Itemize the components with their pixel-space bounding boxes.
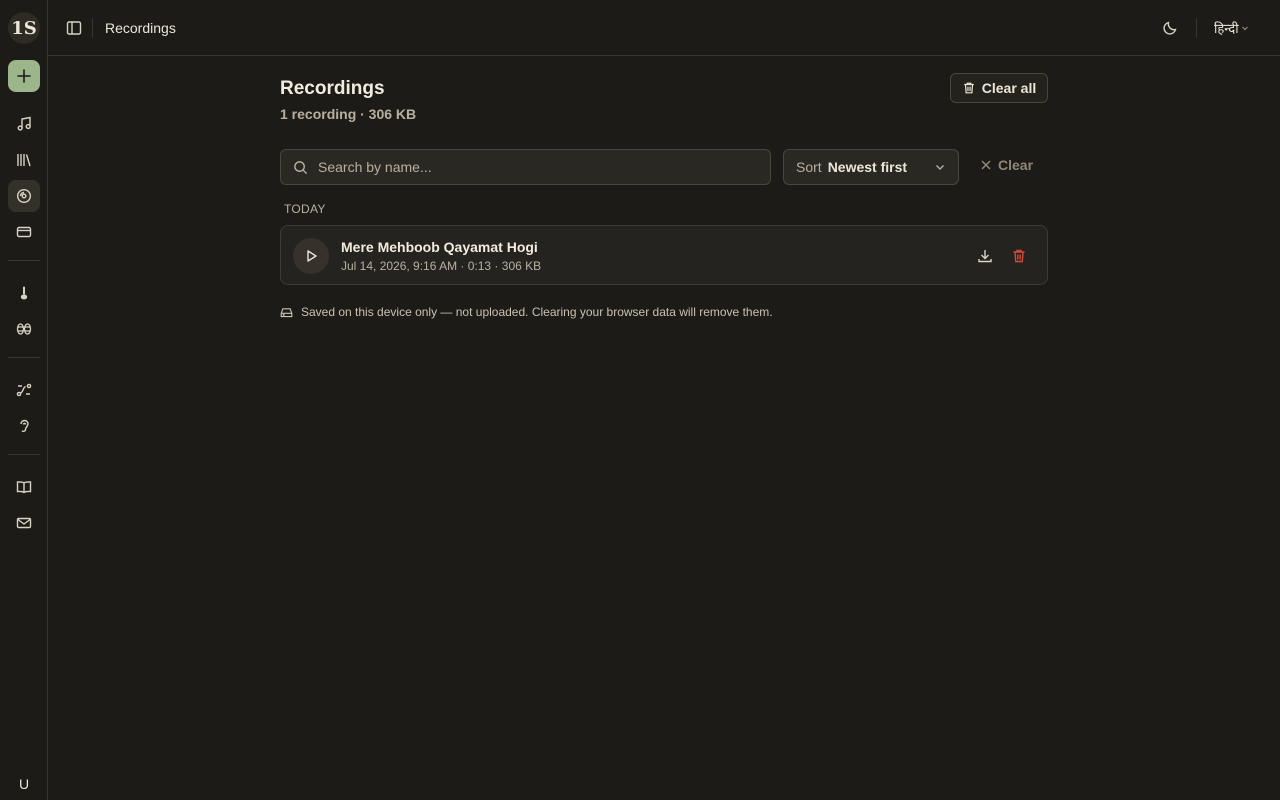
sidebar-item-docs[interactable] bbox=[8, 471, 40, 503]
mail-icon bbox=[16, 517, 32, 529]
tabla-icon bbox=[16, 323, 32, 335]
sidebar-item-ear-training[interactable] bbox=[8, 410, 40, 442]
theme-toggle-button[interactable] bbox=[1160, 18, 1180, 38]
recording-item[interactable]: Mere Mehboob Qayamat Hogi Jul 14, 2026, … bbox=[280, 225, 1048, 285]
sidebar-item-library[interactable] bbox=[8, 144, 40, 176]
sidebar-item-sitar[interactable] bbox=[8, 277, 40, 309]
library-icon bbox=[17, 154, 31, 167]
sort-value: Newest first bbox=[827, 159, 908, 175]
download-button[interactable] bbox=[975, 246, 995, 266]
storage-notice: Saved on this device only — not uploaded… bbox=[280, 305, 773, 319]
sidebar-item-tabla[interactable] bbox=[8, 313, 40, 345]
sort-label: Sort bbox=[796, 159, 822, 175]
search-icon bbox=[294, 160, 308, 174]
new-recording-button[interactable] bbox=[8, 60, 40, 92]
top-bar: Recordings हिन्दी bbox=[48, 0, 1280, 56]
sidebar-item-route[interactable] bbox=[8, 374, 40, 406]
clear-all-label: Clear all bbox=[981, 80, 1037, 96]
sidebar-divider bbox=[8, 454, 40, 455]
clear-filters-label: Clear bbox=[998, 157, 1034, 173]
clear-filters-button[interactable]: Clear bbox=[980, 157, 1033, 173]
recording-meta: Jul 14, 2026, 9:16 AM · 0:13 · 306 KB bbox=[341, 259, 542, 273]
trash-icon bbox=[963, 82, 974, 94]
topbar-divider bbox=[1196, 18, 1197, 38]
hard-drive-icon bbox=[280, 307, 293, 317]
search-input[interactable] bbox=[318, 159, 738, 175]
user-avatar[interactable]: U bbox=[10, 771, 38, 797]
recordings-summary: 1 recording · 306 KB bbox=[280, 106, 417, 122]
storage-notice-text: Saved on this device only — not uploaded… bbox=[301, 305, 773, 319]
route-icon bbox=[16, 383, 32, 397]
play-button[interactable] bbox=[293, 238, 329, 274]
play-icon bbox=[307, 250, 317, 262]
download-icon bbox=[978, 250, 992, 263]
panel-left-icon bbox=[66, 21, 82, 35]
app-logo[interactable]: 1S bbox=[8, 12, 40, 44]
recording-title: Mere Mehboob Qayamat Hogi bbox=[341, 239, 538, 255]
sidebar-item-recordings[interactable] bbox=[8, 180, 40, 212]
clear-all-button[interactable]: Clear all bbox=[950, 73, 1048, 103]
app-root: 1S U Recordings हिन्दी Recordings 1 reco… bbox=[0, 0, 1280, 800]
search-box bbox=[280, 149, 771, 185]
sidebar: 1S U bbox=[0, 0, 48, 800]
book-open-icon bbox=[16, 481, 32, 494]
language-label: हिन्दी bbox=[1214, 22, 1239, 37]
sidebar-toggle-button[interactable] bbox=[64, 18, 84, 38]
sidebar-divider bbox=[8, 260, 40, 261]
chevron-down-icon bbox=[936, 165, 944, 170]
credit-card-icon bbox=[16, 226, 32, 238]
sitar-icon bbox=[20, 286, 28, 300]
music-icon bbox=[17, 116, 31, 131]
close-icon bbox=[981, 160, 991, 170]
moon-icon bbox=[1163, 21, 1177, 35]
page-title: Recordings bbox=[280, 78, 385, 99]
topbar-divider bbox=[92, 18, 93, 38]
plus-icon bbox=[17, 69, 31, 83]
sidebar-divider bbox=[8, 357, 40, 358]
sidebar-item-music[interactable] bbox=[8, 108, 40, 140]
delete-button[interactable] bbox=[1009, 246, 1029, 266]
recordings-disc-icon bbox=[16, 188, 32, 204]
ear-icon bbox=[20, 419, 29, 433]
sort-select[interactable]: Sort Newest first bbox=[783, 149, 959, 185]
sidebar-item-billing[interactable] bbox=[8, 216, 40, 248]
group-label-today: TODAY bbox=[284, 202, 326, 216]
sidebar-item-contact[interactable] bbox=[8, 507, 40, 539]
chevron-down-icon bbox=[1241, 26, 1248, 31]
breadcrumb: Recordings bbox=[105, 20, 176, 36]
trash-icon bbox=[1013, 249, 1025, 263]
language-select[interactable]: हिन्दी bbox=[1208, 14, 1252, 42]
